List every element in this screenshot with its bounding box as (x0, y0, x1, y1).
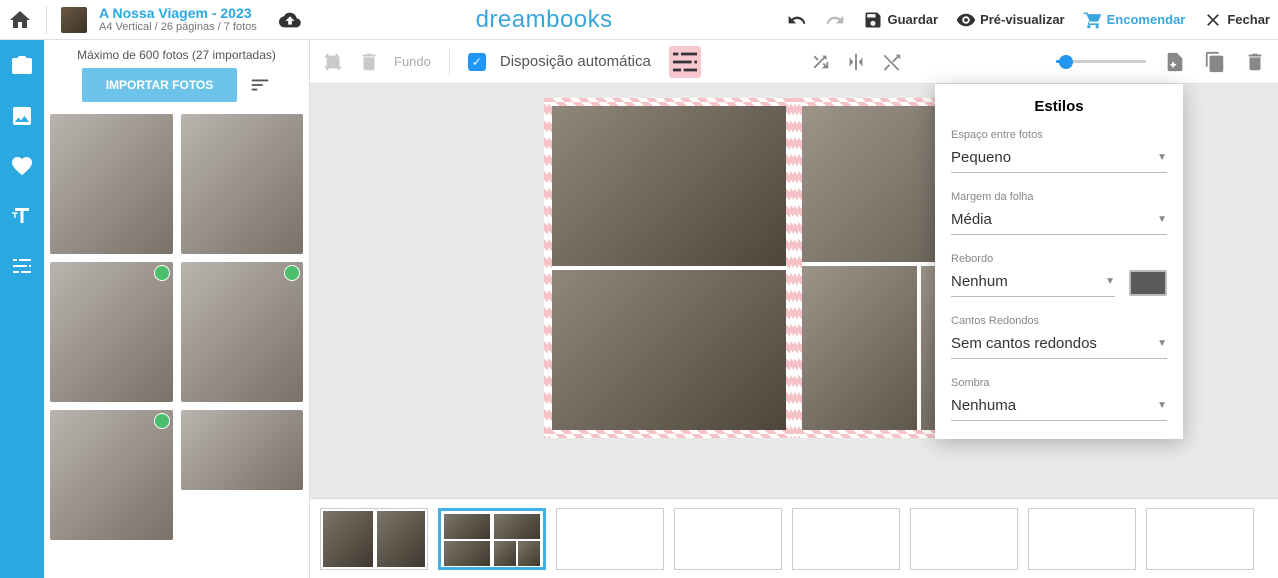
import-photos-button[interactable]: IMPORTAR FOTOS (82, 68, 238, 102)
margin-select[interactable]: Média▼ (951, 207, 1167, 235)
spread-thumb[interactable] (792, 508, 900, 570)
spread-thumb[interactable] (438, 508, 546, 570)
spacing-label: Espaço entre fotos (951, 129, 1167, 141)
border-color-swatch[interactable] (1129, 270, 1167, 296)
cloud-upload-icon[interactable] (279, 9, 301, 31)
redo-button (825, 10, 845, 30)
fundo-label: Fundo (394, 54, 431, 69)
preview-label: Pré-visualizar (980, 12, 1065, 27)
copy-page-icon[interactable] (1204, 51, 1226, 73)
text-icon[interactable] (10, 204, 34, 228)
spread-thumb[interactable] (1146, 508, 1254, 570)
photo-thumb[interactable] (181, 262, 304, 402)
photo-thumb[interactable] (181, 114, 304, 254)
auto-layout-checkbox[interactable]: ✓ (468, 53, 486, 71)
spread-thumb[interactable] (556, 508, 664, 570)
styles-toggle-button[interactable] (669, 46, 701, 78)
spread-thumb[interactable] (1028, 508, 1136, 570)
order-label: Encomendar (1107, 12, 1186, 27)
shadow-label: Sombra (951, 377, 1167, 389)
divider (46, 6, 47, 34)
spread-thumb[interactable] (674, 508, 782, 570)
corners-select[interactable]: Sem cantos redondos▼ (951, 331, 1167, 359)
shadow-select[interactable]: Nenhuma▼ (951, 393, 1167, 421)
zoom-slider[interactable] (1056, 60, 1146, 63)
crop-icon[interactable] (322, 51, 344, 73)
project-title: A Nossa Viagem - 2023 (99, 5, 257, 22)
spread-thumb[interactable] (910, 508, 1018, 570)
sort-icon[interactable] (249, 74, 271, 96)
photo-thumb[interactable] (181, 410, 304, 490)
page-strip (310, 498, 1278, 578)
border-label: Rebordo (951, 253, 1167, 265)
spread-thumb[interactable] (320, 508, 428, 570)
styles-popup: Estilos Espaço entre fotos Pequeno▼ Marg… (935, 84, 1183, 439)
auto-layout-label: Disposição automática (500, 53, 651, 70)
random-icon[interactable] (881, 51, 903, 73)
photos-counter: Máximo de 600 fotos (27 importadas) (77, 48, 276, 62)
add-page-icon[interactable] (1164, 51, 1186, 73)
save-label: Guardar (887, 12, 938, 27)
close-button[interactable]: Fechar (1203, 10, 1270, 30)
preview-button[interactable]: Pré-visualizar (956, 10, 1065, 30)
photo-thumb[interactable] (50, 410, 173, 540)
order-button[interactable]: Encomendar (1083, 10, 1186, 30)
image-icon[interactable] (10, 104, 34, 128)
spacing-select[interactable]: Pequeno▼ (951, 145, 1167, 173)
heart-icon[interactable] (10, 154, 34, 178)
delete-bg-icon[interactable] (358, 51, 380, 73)
delete-page-icon[interactable] (1244, 51, 1266, 73)
left-page[interactable] (544, 98, 794, 438)
photo-grid (44, 108, 309, 578)
home-icon[interactable] (8, 8, 32, 32)
app-logo: dreambooks (309, 6, 780, 34)
margin-label: Margem da folha (951, 191, 1167, 203)
save-button[interactable]: Guardar (863, 10, 938, 30)
project-thumbnail (61, 7, 87, 33)
undo-button[interactable] (787, 10, 807, 30)
project-info: A Nossa Viagem - 2023 A4 Vertical / 26 p… (99, 5, 257, 35)
project-subtitle: A4 Vertical / 26 páginas / 7 fotos (99, 21, 257, 34)
photo-thumb[interactable] (50, 262, 173, 402)
corners-label: Cantos Redondos (951, 315, 1167, 327)
tune-icon[interactable] (10, 254, 34, 278)
shuffle-icon[interactable] (809, 51, 831, 73)
mirror-icon[interactable] (845, 51, 867, 73)
divider (449, 49, 450, 75)
border-select[interactable]: Nenhum▼ (951, 269, 1115, 297)
close-label: Fechar (1227, 12, 1270, 27)
camera-icon[interactable] (10, 54, 34, 78)
styles-title: Estilos (951, 98, 1167, 115)
photo-thumb[interactable] (50, 114, 173, 254)
